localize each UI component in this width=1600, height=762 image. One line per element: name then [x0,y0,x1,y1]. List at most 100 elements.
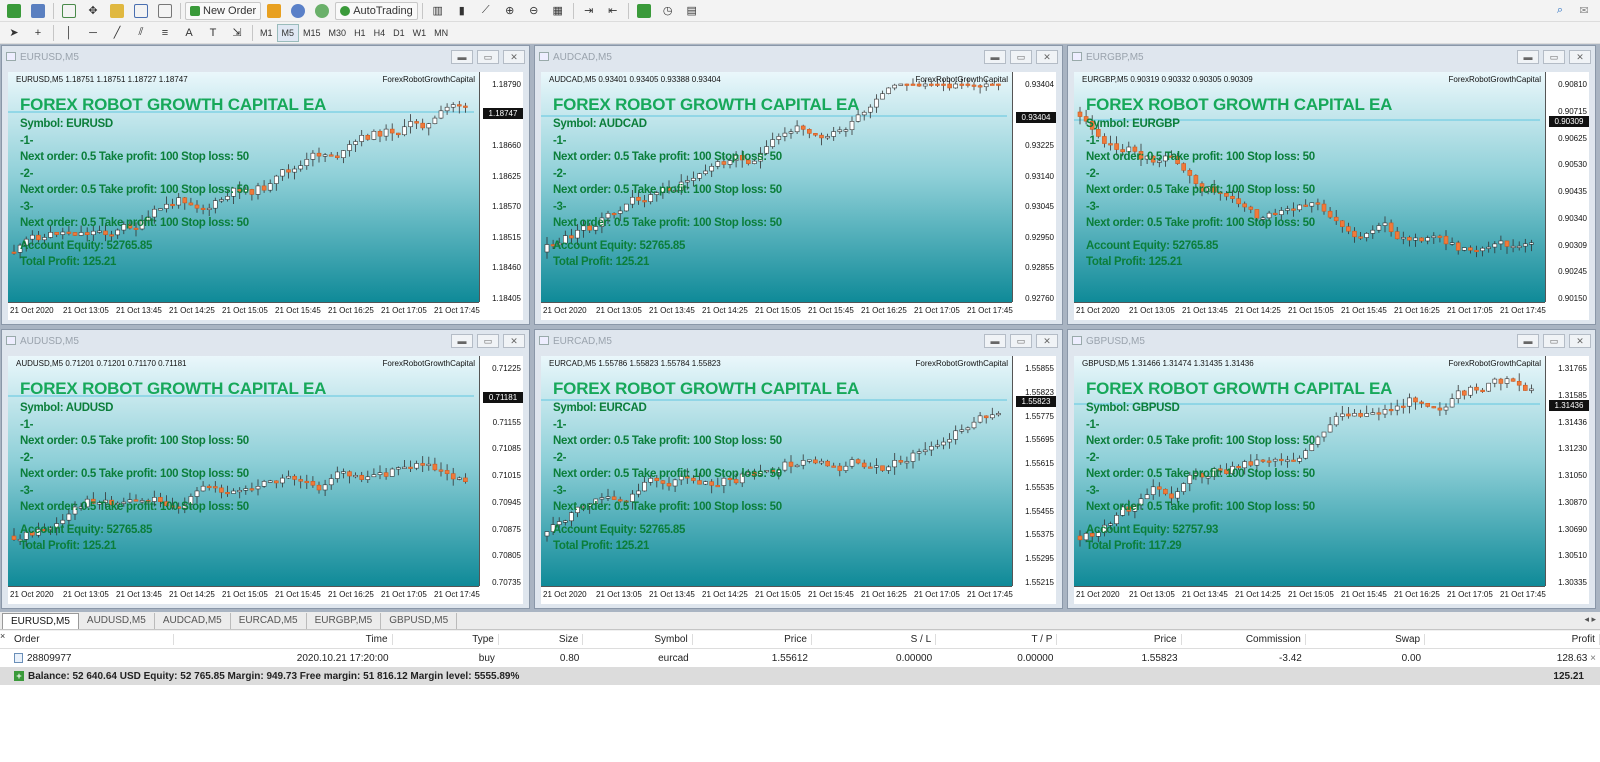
plot-area[interactable]: AUDCAD,M5 0.93401 0.93405 0.93388 0.9340… [541,72,1012,302]
chart-window-titlebar[interactable]: GBPUSD,M5 ▬ ▭ ✕ [1068,330,1595,352]
maximize-icon[interactable]: ▭ [477,50,499,64]
col-swap[interactable]: Swap [1306,634,1426,645]
col-profit[interactable]: Profit [1425,634,1600,645]
timeframe-mn[interactable]: MN [430,24,452,42]
new-order-button[interactable]: New Order [185,1,262,20]
close-icon[interactable]: ✕ [1036,334,1058,348]
close-terminal-icon[interactable]: × [0,631,5,641]
autotrading-button[interactable]: AutoTrading [335,1,418,20]
profiles-icon[interactable] [27,2,49,20]
price-chart[interactable]: EURCAD,M5 1.55786 1.55823 1.55784 1.5582… [541,356,1056,604]
tab-gbpusd[interactable]: GBPUSD,M5 [381,612,458,629]
channel-icon[interactable]: ⫽ [130,24,152,42]
price-axis[interactable]: 0.71225 0.71181 0.71155 0.71085 0.71015 0.709… [479,356,523,587]
close-icon[interactable]: ✕ [1569,50,1591,64]
maximize-icon[interactable]: ▭ [1543,50,1565,64]
metaeditor-icon[interactable] [263,2,285,20]
search-icon[interactable]: ⌕ [1549,2,1571,20]
market-watch-icon[interactable] [58,2,80,20]
price-chart[interactable]: EURUSD,M5 1.18751 1.18751 1.18727 1.1874… [8,72,523,320]
chart-window-titlebar[interactable]: EURUSD,M5 ▬ ▭ ✕ [2,46,529,68]
minimize-icon[interactable]: ▬ [1517,50,1539,64]
tab-audusd[interactable]: AUDUSD,M5 [79,612,155,629]
zoom-in-icon[interactable]: ⊕ [499,2,521,20]
auto-scroll-icon[interactable]: ⇥ [578,2,600,20]
price-axis[interactable]: 0.90810 0.90715 0.90625 0.90530 0.90435 0.903… [1545,72,1589,303]
plot-area[interactable]: AUDUSD,M5 0.71201 0.71201 0.71170 0.7118… [8,356,479,586]
col-order[interactable]: Order [10,634,174,645]
tile-windows-icon[interactable]: ▦ [547,2,569,20]
price-chart[interactable]: EURGBP,M5 0.90319 0.90332 0.90305 0.9030… [1074,72,1589,320]
tab-audcad[interactable]: AUDCAD,M5 [155,612,231,629]
timeframe-w1[interactable]: W1 [409,24,431,42]
close-icon[interactable]: ✕ [503,334,525,348]
chart-shift-icon[interactable]: ⇤ [602,2,624,20]
price-axis[interactable]: 1.31765 1.31585 1.31436 1.31230 1.31050 1.308… [1545,356,1589,587]
chart-window[interactable]: EURUSD,M5 ▬ ▭ ✕ EURUSD,M5 1.18751 1.1875… [1,45,530,325]
time-axis[interactable]: 21 Oct 2020 21 Oct 13:05 21 Oct 13:45 21 Oc… [1074,586,1546,604]
time-axis[interactable]: 21 Oct 2020 21 Oct 13:05 21 Oct 13:45 21 Oc… [8,302,480,320]
chat-icon[interactable]: ✉ [1573,2,1595,20]
plot-area[interactable]: EURGBP,M5 0.90319 0.90332 0.90305 0.9030… [1074,72,1545,302]
new-chart-icon[interactable] [3,2,25,20]
tab-scroll-arrows[interactable]: ◂ ▸ [1584,614,1596,625]
crosshair-tool-icon[interactable]: + [27,24,49,42]
chart-window[interactable]: AUDCAD,M5 ▬ ▭ ✕ AUDCAD,M5 0.93401 0.9340… [534,45,1063,325]
time-axis[interactable]: 21 Oct 2020 21 Oct 13:05 21 Oct 13:45 21 Oc… [541,302,1013,320]
col-price[interactable]: Price [693,634,812,645]
indicators-icon[interactable] [633,2,655,20]
plot-area[interactable]: EURUSD,M5 1.18751 1.18751 1.18727 1.1874… [8,72,479,302]
expand-icon[interactable]: + [14,670,24,681]
col-current-price[interactable]: Price [1057,634,1182,645]
terminal-icon[interactable] [130,2,152,20]
cursor-icon[interactable]: ➤ [3,24,25,42]
maximize-icon[interactable]: ▭ [1010,334,1032,348]
candlestick-icon[interactable]: ▮ [451,2,473,20]
col-tp[interactable]: T / P [936,634,1058,645]
fibonacci-icon[interactable]: ≡ [154,24,176,42]
price-chart[interactable]: AUDUSD,M5 0.71201 0.71201 0.71170 0.7118… [8,356,523,604]
vertical-line-icon[interactable]: │ [58,24,80,42]
time-axis[interactable]: 21 Oct 2020 21 Oct 13:05 21 Oct 13:45 21 Oc… [1074,302,1546,320]
chart-window[interactable]: EURGBP,M5 ▬ ▭ ✕ EURGBP,M5 0.90319 0.9033… [1067,45,1596,325]
arrows-tool-icon[interactable]: ⇲ [226,24,248,42]
close-icon[interactable]: ✕ [1036,50,1058,64]
timeframe-d1[interactable]: D1 [389,24,409,42]
chart-window-titlebar[interactable]: EURGBP,M5 ▬ ▭ ✕ [1068,46,1595,68]
timeframe-m1[interactable]: M1 [256,24,277,42]
chart-window-titlebar[interactable]: AUDCAD,M5 ▬ ▭ ✕ [535,46,1062,68]
table-row[interactable]: 28809977 2020.10.21 17:20:00 buy 0.80 eu… [0,649,1600,667]
time-axis[interactable]: 21 Oct 2020 21 Oct 13:05 21 Oct 13:45 21 Oc… [541,586,1013,604]
timeframe-m15[interactable]: M15 [299,24,325,42]
templates-icon[interactable]: ▤ [681,2,703,20]
line-chart-icon[interactable]: ⟋ [475,2,497,20]
chart-window-titlebar[interactable]: EURCAD,M5 ▬ ▭ ✕ [535,330,1062,352]
bar-chart-icon[interactable]: ▥ [427,2,449,20]
label-tool-icon[interactable]: T [202,24,224,42]
price-axis[interactable]: 1.55855 1.55823 1.55775 1.55695 1.55615 1.555… [1012,356,1056,587]
chart-window-titlebar[interactable]: AUDUSD,M5 ▬ ▭ ✕ [2,330,529,352]
maximize-icon[interactable]: ▭ [477,334,499,348]
col-type[interactable]: Type [393,634,499,645]
minimize-icon[interactable]: ▬ [1517,334,1539,348]
account-icon[interactable] [287,2,309,20]
close-icon[interactable]: ✕ [503,50,525,64]
price-axis[interactable]: 1.18790 1.18747 1.18660 1.18625 1.18570 1.185… [479,72,523,303]
tab-eurgbp[interactable]: EURGBP,M5 [307,612,382,629]
maximize-icon[interactable]: ▭ [1010,50,1032,64]
text-tool-icon[interactable]: A [178,24,200,42]
price-axis[interactable]: 0.934040.933250.932250.931400.930450.929… [1012,72,1056,303]
timeframe-m30[interactable]: M30 [325,24,351,42]
timeframe-h4[interactable]: H4 [370,24,390,42]
zoom-out-icon[interactable]: ⊖ [523,2,545,20]
col-sl[interactable]: S / L [812,634,937,645]
price-chart[interactable]: AUDCAD,M5 0.93401 0.93405 0.93388 0.9340… [541,72,1056,320]
col-size[interactable]: Size [499,634,584,645]
time-axis[interactable]: 21 Oct 2020 21 Oct 13:05 21 Oct 13:45 21 Oc… [8,586,480,604]
tab-eurcad[interactable]: EURCAD,M5 [231,612,307,629]
minimize-icon[interactable]: ▬ [984,334,1006,348]
tester-icon[interactable] [154,2,176,20]
plot-area[interactable]: GBPUSD,M5 1.31466 1.31474 1.31435 1.3143… [1074,356,1545,586]
minimize-icon[interactable]: ▬ [984,50,1006,64]
periods-icon[interactable]: ◷ [657,2,679,20]
